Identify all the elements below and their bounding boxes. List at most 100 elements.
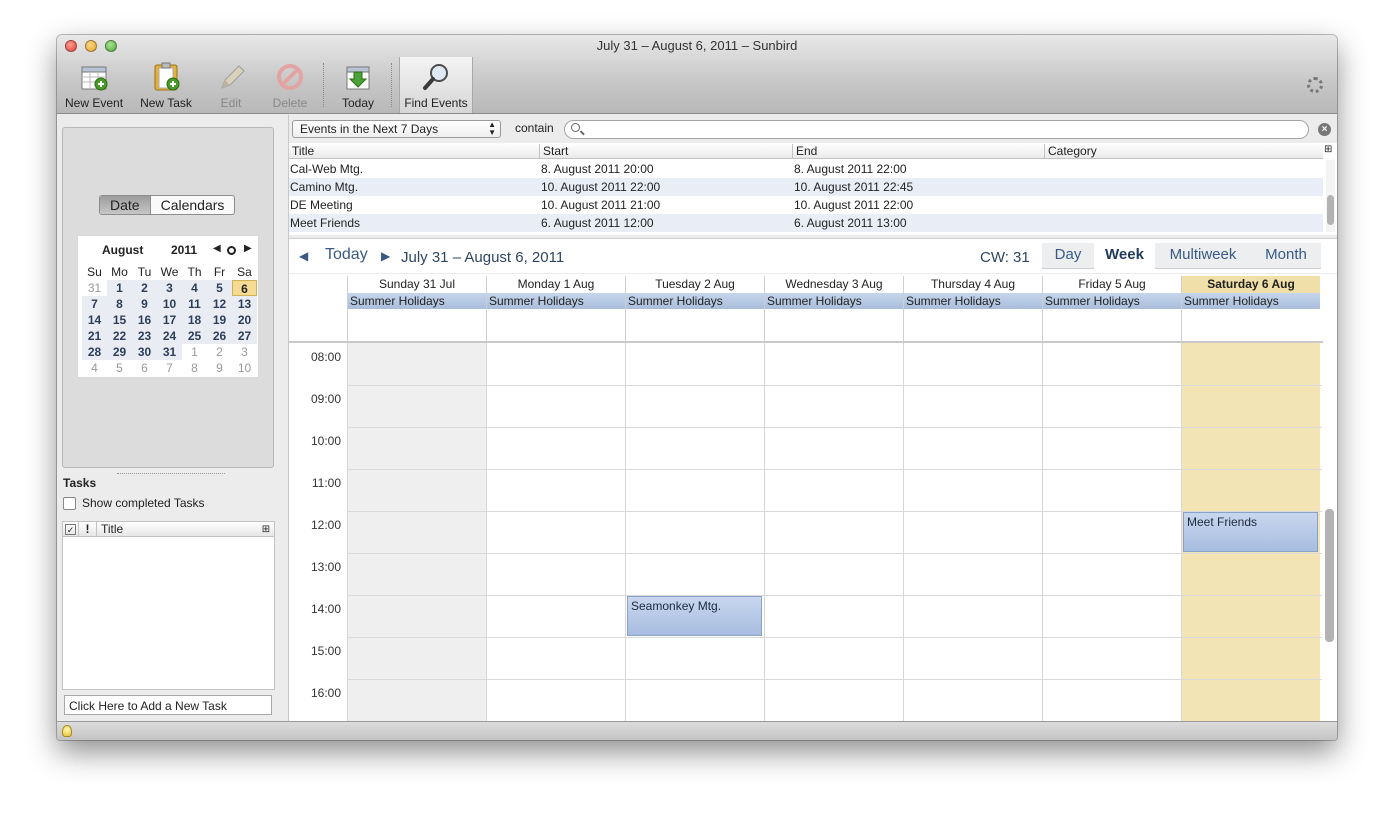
show-completed-tasks[interactable]: Show completed Tasks [63,496,205,510]
column-picker-icon[interactable]: ⊞ [258,524,274,535]
event-list-row[interactable]: Camino Mtg. 10. August 2011 22:00 10. Augu… [289,178,1323,196]
day-column[interactable] [903,343,1042,721]
column-header-category[interactable]: Category [1045,144,1323,158]
allday-cell[interactable] [486,309,625,341]
mini-month-day[interactable]: 27 [232,328,257,344]
edit-button[interactable]: Edit [207,57,255,113]
mini-month-day[interactable]: 5 [107,360,132,376]
column-picker-icon[interactable]: ⊞ [1324,144,1332,155]
tab-date[interactable]: Date [100,196,151,214]
tab-week[interactable]: Week [1094,243,1155,269]
mini-month-day[interactable]: 29 [107,344,132,360]
allday-cell[interactable] [625,309,764,341]
title-column-header[interactable]: Title [97,522,258,536]
allday-event-summer-holidays[interactable]: Summer Holidays [486,293,625,309]
day-header[interactable]: Wednesday 3 Aug [764,276,903,293]
find-events-button[interactable]: Find Events [399,57,473,113]
mini-month-day[interactable]: 4 [182,280,207,296]
mini-month-day[interactable]: 21 [82,328,107,344]
mini-month-day[interactable]: 8 [107,296,132,312]
new-task-field[interactable]: Click Here to Add a New Task [64,695,272,715]
mini-month-day[interactable]: 10 [232,360,257,376]
tab-month[interactable]: Month [1251,243,1321,269]
week-view-scrollbar[interactable] [1325,509,1334,642]
calendar-event[interactable]: Meet Friends [1183,512,1318,552]
calendar-event[interactable]: Seamonkey Mtg. [627,596,762,636]
mini-month-day[interactable]: 9 [207,360,232,376]
search-input[interactable] [564,120,1309,139]
day-column[interactable] [1042,343,1181,721]
tab-multiweek[interactable]: Multiweek [1155,243,1251,269]
previous-month-arrow-icon[interactable]: ◀ [213,243,221,254]
allday-event-summer-holidays[interactable]: Summer Holidays [764,293,903,309]
mini-month-day[interactable]: 17 [157,312,182,328]
event-list-row[interactable]: Meet Friends 6. August 2011 12:00 6. Augus… [289,214,1323,232]
mini-month-day[interactable]: 8 [182,360,207,376]
new-task-button[interactable]: New Task [137,57,195,113]
day-column[interactable] [625,343,764,721]
allday-event-summer-holidays[interactable]: Summer Holidays [625,293,764,309]
mini-month-day[interactable]: 4 [82,360,107,376]
mini-month-day[interactable]: 1 [107,280,132,296]
mini-month-day[interactable]: 2 [132,280,157,296]
day-header[interactable]: Friday 5 Aug [1042,276,1181,293]
mini-month-day[interactable]: 28 [82,344,107,360]
day-column[interactable] [764,343,903,721]
day-header[interactable]: Tuesday 2 Aug [625,276,764,293]
mini-month-day[interactable]: 13 [232,296,257,312]
mini-month-day[interactable]: 7 [82,296,107,312]
mini-month-day[interactable]: 14 [82,312,107,328]
day-header[interactable]: Sunday 31 Jul [347,276,486,293]
event-list-scrollbar[interactable] [1326,160,1335,232]
mini-month-day[interactable]: 18 [182,312,207,328]
allday-event-summer-holidays[interactable]: Summer Holidays [1181,293,1320,309]
pane-splitter[interactable] [117,468,225,474]
day-column[interactable] [347,343,486,721]
mini-month-day[interactable]: 12 [207,296,232,312]
allday-cell[interactable] [764,309,903,341]
show-completed-checkbox[interactable] [63,496,76,510]
tab-day[interactable]: Day [1042,243,1094,269]
allday-event-summer-holidays[interactable]: Summer Holidays [347,293,486,309]
mini-month-name[interactable]: August [102,243,143,257]
day-header[interactable]: Monday 1 Aug [486,276,625,293]
today-link[interactable]: Today [325,246,368,264]
tab-calendars[interactable]: Calendars [151,196,235,214]
mini-month-year[interactable]: 2011 [171,243,197,257]
mini-month-day[interactable]: 1 [182,344,207,360]
allday-cell[interactable] [903,309,1042,341]
mini-month-day[interactable]: 31 [82,280,107,296]
mini-month-day[interactable]: 16 [132,312,157,328]
event-list-row[interactable]: Cal-Web Mtg. 8. August 2011 20:00 8. Augus… [289,160,1323,178]
mini-month-day[interactable]: 11 [182,296,207,312]
event-filter-select[interactable]: Events in the Next 7 Days ▲ ▼ [292,120,501,138]
next-month-arrow-icon[interactable]: ▶ [244,243,252,254]
scrollbar-thumb[interactable] [1327,195,1334,225]
clear-search-icon[interactable]: × [1318,123,1331,136]
allday-cell[interactable] [347,309,486,341]
allday-cell[interactable] [1181,309,1320,341]
column-header-title[interactable]: Title [289,144,540,158]
day-header[interactable]: Saturday 6 Aug [1181,276,1320,293]
previous-week-arrow-icon[interactable]: ◀ [299,249,308,263]
mini-month-day[interactable]: 15 [107,312,132,328]
column-header-start[interactable]: Start [540,144,793,158]
mini-month-day[interactable]: 3 [232,344,257,360]
priority-column-header[interactable]: ! [79,521,97,537]
mini-month-day[interactable]: 3 [157,280,182,296]
new-event-button[interactable]: New Event [65,57,123,113]
event-list-row[interactable]: DE Meeting 10. August 2011 21:00 10. Augus… [289,196,1323,214]
completed-column-header[interactable]: ✓ [63,521,79,537]
mini-month-day[interactable]: 6 [232,280,257,296]
mini-month-day[interactable]: 25 [182,328,207,344]
day-column[interactable] [486,343,625,721]
mini-month-day[interactable]: 5 [207,280,232,296]
today-button[interactable]: Today [333,57,383,113]
mini-month-day[interactable]: 19 [207,312,232,328]
mini-month-day[interactable]: 7 [157,360,182,376]
mini-month-day[interactable]: 6 [132,360,157,376]
mini-month-day[interactable]: 23 [132,328,157,344]
day-header[interactable]: Thursday 4 Aug [903,276,1042,293]
go-to-today-icon[interactable] [227,246,236,255]
mini-month-day[interactable]: 10 [157,296,182,312]
